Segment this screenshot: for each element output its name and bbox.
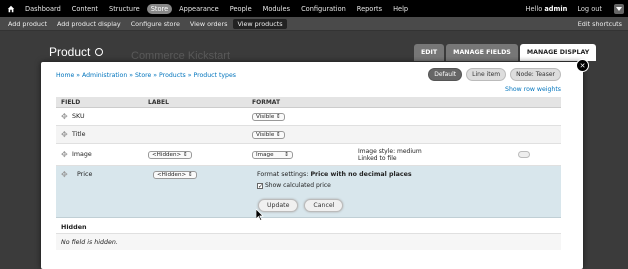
format-select-value: Visible <box>256 131 275 138</box>
format-select[interactable]: Visible ⇕ <box>252 112 285 121</box>
view-mode-switcher: Default Line item Node: Teaser <box>424 68 561 81</box>
admin-toolbar: Dashboard Content Structure Store Appear… <box>0 0 628 17</box>
page-title-text: Product <box>49 45 91 59</box>
shortcut-view-products[interactable]: View products <box>233 18 287 29</box>
page-title: Product <box>49 45 104 59</box>
toolbar-item-help[interactable]: Help <box>389 4 412 14</box>
toolbar-item-dashboard[interactable]: Dashboard <box>21 4 65 14</box>
shortcut-add-product[interactable]: Add product <box>4 19 51 29</box>
format-cell: Image ⇕ <box>252 150 358 159</box>
tab-edit[interactable]: EDIT <box>414 44 445 61</box>
format-select-value: Image <box>256 151 274 158</box>
shortcuts-bar: Add product Add product display Configur… <box>0 17 628 31</box>
hidden-empty-message: No field is hidden. <box>56 234 561 250</box>
field-name: Image <box>72 151 92 158</box>
breadcrumb[interactable]: Home » Administration » Store » Products… <box>56 72 236 79</box>
shortcut-view-orders[interactable]: View orders <box>186 19 232 29</box>
header-label: LABEL <box>148 98 169 106</box>
view-mode-default[interactable]: Default <box>428 68 463 81</box>
hidden-section-title: Hidden <box>56 220 561 234</box>
format-select-value: Visible <box>256 113 275 120</box>
checkbox-label: Show calculated price <box>265 182 331 189</box>
label-select-value: <Hidden> <box>157 172 187 178</box>
show-row-weights-link[interactable]: Show row weights <box>505 86 561 93</box>
shortcut-add-product-display[interactable]: Add product display <box>53 19 125 29</box>
price-row-editing: ✥ Price <Hidden> ⇕ Format settings: Pric… <box>56 166 561 218</box>
close-icon: ✕ <box>579 61 586 70</box>
settings-prefix: Format settings: <box>257 171 311 178</box>
field-name: SKU <box>72 113 85 120</box>
toolbar-item-appearance[interactable]: Appearance <box>175 4 223 14</box>
checkbox-checked-icon[interactable]: ✓ <box>257 182 263 189</box>
field-display-table: FIELD LABEL FORMAT ✥ SKU Visible ⇕ ✥ Tit… <box>56 97 561 250</box>
settings-value: Price with no decimal places <box>310 171 412 178</box>
tab-manage-display[interactable]: MANAGE DISPLAY <box>519 44 597 61</box>
toolbar-item-modules[interactable]: Modules <box>259 4 294 14</box>
toolbar-item-configuration[interactable]: Configuration <box>297 4 350 14</box>
format-select[interactable]: Image ⇕ <box>252 150 293 159</box>
table-header: FIELD LABEL FORMAT <box>56 97 561 108</box>
shortcut-configure-store[interactable]: Configure store <box>127 19 184 29</box>
field-name: Title <box>72 131 86 138</box>
header-format: FORMAT <box>252 98 281 106</box>
table-row: ✥ Title Visible ⇕ <box>56 126 561 144</box>
page-tabs: EDIT MANAGE FIELDS MANAGE DISPLAY <box>414 44 598 61</box>
edit-shortcuts-link[interactable]: Edit shortcuts <box>578 20 622 28</box>
label-select[interactable]: <Hidden> ⇕ <box>148 150 192 159</box>
close-overlay-button[interactable]: ✕ <box>576 59 589 72</box>
header-field: FIELD <box>61 98 81 106</box>
toolbar-item-people[interactable]: People <box>226 4 256 14</box>
format-cell: Visible ⇕ <box>252 130 358 139</box>
shortcuts-toggle-icon[interactable] <box>614 3 624 14</box>
home-icon[interactable] <box>6 4 16 14</box>
label-select[interactable]: <Hidden> ⇕ <box>153 171 197 179</box>
drag-handle-icon[interactable]: ✥ <box>56 130 72 139</box>
format-settings-gear-icon[interactable] <box>518 151 530 158</box>
view-mode-line-item[interactable]: Line item <box>466 68 507 81</box>
username[interactable]: admin <box>544 5 567 13</box>
format-select[interactable]: Visible ⇕ <box>252 130 285 139</box>
tab-manage-fields[interactable]: MANAGE FIELDS <box>446 44 518 61</box>
drag-handle-icon[interactable]: ✥ <box>56 112 72 121</box>
summary-style: Image style: medium <box>358 147 422 155</box>
view-mode-node-teaser[interactable]: Node: Teaser <box>510 68 561 81</box>
drag-handle-icon[interactable]: ✥ <box>56 150 72 159</box>
user-greeting: Hello admin <box>526 5 568 13</box>
toolbar-item-reports[interactable]: Reports <box>353 4 386 14</box>
summary-link: Linked to file <box>358 154 397 162</box>
toolbar-item-structure[interactable]: Structure <box>105 4 144 14</box>
overlay-dialog: Home » Administration » Store » Products… <box>41 62 583 269</box>
label-select-value: <Hidden> <box>152 151 182 158</box>
table-row: ✥ SKU Visible ⇕ <box>56 108 561 126</box>
table-row: ✥ Image <Hidden> ⇕ Image ⇕ Image style: … <box>56 144 561 166</box>
update-button[interactable]: Update <box>258 199 299 212</box>
mouse-pointer-icon <box>255 208 264 223</box>
label-cell: <Hidden> ⇕ <box>148 150 252 159</box>
greeting-prefix: Hello <box>525 4 545 13</box>
format-summary: Image style: medium Linked to file <box>358 148 518 162</box>
cancel-button[interactable]: Cancel <box>304 199 344 212</box>
toolbar-item-store[interactable]: Store <box>146 3 173 14</box>
show-calculated-price-checkbox[interactable]: ✓ Show calculated price <box>257 182 331 189</box>
settings-actions: Update Cancel <box>258 199 349 212</box>
format-cell: Visible ⇕ <box>252 112 358 121</box>
logout-link[interactable]: Log out <box>577 5 602 13</box>
drag-handle-icon[interactable]: ✥ <box>61 170 68 179</box>
field-name: Price <box>77 171 93 178</box>
toolbar-item-content[interactable]: Content <box>68 4 102 14</box>
format-settings-title: Format settings: Price with no decimal p… <box>257 171 412 178</box>
settings-icon[interactable] <box>95 48 104 56</box>
background-site-name: Commerce Kickstart <box>131 50 231 62</box>
toolbar-user-area: Hello admin Log out <box>526 3 628 14</box>
